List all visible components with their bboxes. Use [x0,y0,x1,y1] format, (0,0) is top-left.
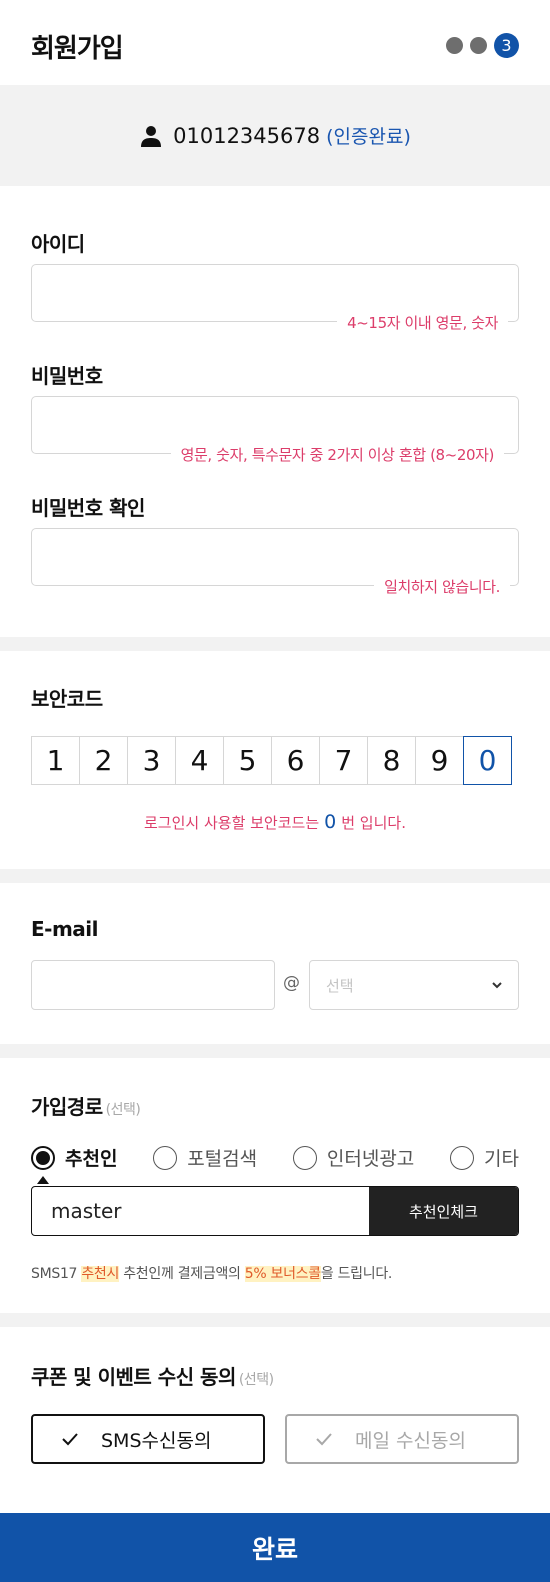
referrer-caret [37,1176,49,1184]
security-code-cell[interactable]: 4 [175,736,224,785]
referrer-check-button[interactable]: 추천인체크 [369,1187,518,1235]
signup-path-radio[interactable]: 추천인 [31,1144,117,1171]
radio-circle-icon [31,1145,55,1170]
radio-label: 인터넷광고 [326,1148,415,1170]
verification-banner: 01012345678 (인증완료) [0,85,550,186]
security-code-label: 보안코드 [31,687,103,711]
consent-title: 쿠폰 및 이벤트 수신 동의 [31,1365,236,1389]
email-at-sign: @ [283,973,300,993]
security-code-cell[interactable]: 8 [367,736,416,785]
sms-consent-toggle[interactable]: SMS수신동의 [31,1414,265,1464]
email-label: E-mail [31,917,99,941]
id-label: 아이디 [31,232,85,256]
check-icon [316,1433,332,1446]
email-id-input[interactable] [31,960,275,1010]
page-header: 회원가입 3 [0,0,550,85]
radio-label: 포털검색 [187,1148,258,1170]
section-divider [0,637,550,651]
signup-path-radio[interactable]: 기타 [450,1144,519,1171]
email-domain-placeholder: 선택 [326,977,354,995]
security-code-cell[interactable]: 1 [31,736,80,785]
radio-label: 추천인 [65,1148,118,1170]
security-code-cell[interactable]: 6 [271,736,320,785]
email-domain-select[interactable]: 선택 [309,960,519,1010]
referrer-box: master 추천인체크 [31,1186,519,1236]
radio-circle-icon [153,1145,178,1170]
note-part: 을 드립니다. [320,1266,393,1282]
signup-path-label: 가입경로 (선택) [31,1091,141,1120]
referrer-bonus-note: SMS17 추천시 추천인께 결제금액의 5% 보너스콜을 드립니다. [31,1263,392,1283]
section-divider [0,1313,550,1327]
note-highlight: 5% 보너스콜 [244,1266,321,1282]
verified-phone-number: 01012345678 [173,123,321,148]
step-2-dot [470,37,487,54]
password-label: 비밀번호 [31,364,103,388]
security-code-note-prefix: 로그인시 사용할 보안코드는 [144,814,320,832]
note-part: 추천인께 결제금액의 [119,1266,245,1282]
sms-consent-label: SMS수신동의 [101,1429,212,1452]
mail-consent-toggle[interactable]: 메일 수신동의 [285,1414,519,1464]
signup-path-radio-group: 추천인 포털검색 인터넷광고 기타 [31,1144,519,1171]
security-code-cell[interactable]: 7 [319,736,368,785]
security-code-cell[interactable]: 9 [415,736,464,785]
password-hint: 영문, 숫자, 특수문자 중 2가지 이상 혼합 (8~20자) [170,444,504,465]
mail-consent-label: 메일 수신동의 [355,1429,466,1452]
radio-circle-icon [292,1145,317,1170]
security-code-cell[interactable]: 3 [127,736,176,785]
person-icon [141,125,162,147]
signup-path-radio[interactable]: 인터넷광고 [292,1144,415,1171]
password-confirm-error: 일치하지 않습니다. [374,576,510,597]
security-code-grid: 1234567890 [31,736,512,785]
password-confirm-label: 비밀번호 확인 [31,496,145,520]
signup-path-optional: (선택) [105,1102,141,1118]
step-1-dot [446,37,463,54]
section-divider [0,1044,550,1058]
security-code-cell[interactable]: 2 [79,736,128,785]
signup-path-radio[interactable]: 포털검색 [153,1144,257,1171]
page-title: 회원가입 [31,34,124,64]
security-code-note-suffix: 번 입니다. [341,814,406,832]
note-part: SMS17 [31,1266,82,1282]
selected-security-code: 0 [324,811,337,833]
step-current-badge: 3 [494,33,519,58]
consent-label: 쿠폰 및 이벤트 수신 동의 (선택) [31,1361,274,1390]
security-code-cell[interactable]: 5 [223,736,272,785]
referrer-input[interactable]: master [32,1187,369,1235]
id-hint: 4~15자 이내 영문, 숫자 [337,312,508,333]
radio-label: 기타 [484,1148,519,1170]
step-indicator: 3 [446,33,519,58]
check-icon [62,1433,78,1446]
security-code-note: 로그인시 사용할 보안코드는 0 번 입니다. [0,811,550,833]
chevron-down-icon [492,982,502,989]
note-highlight: 추천시 [81,1266,120,1282]
verification-status: (인증완료) [326,126,411,148]
security-code-cell[interactable]: 0 [463,736,512,785]
signup-path-title: 가입경로 [31,1095,103,1119]
consent-optional: (선택) [238,1372,274,1388]
section-divider [0,869,550,883]
radio-circle-icon [450,1145,475,1170]
submit-button[interactable]: 완료 [0,1513,550,1582]
